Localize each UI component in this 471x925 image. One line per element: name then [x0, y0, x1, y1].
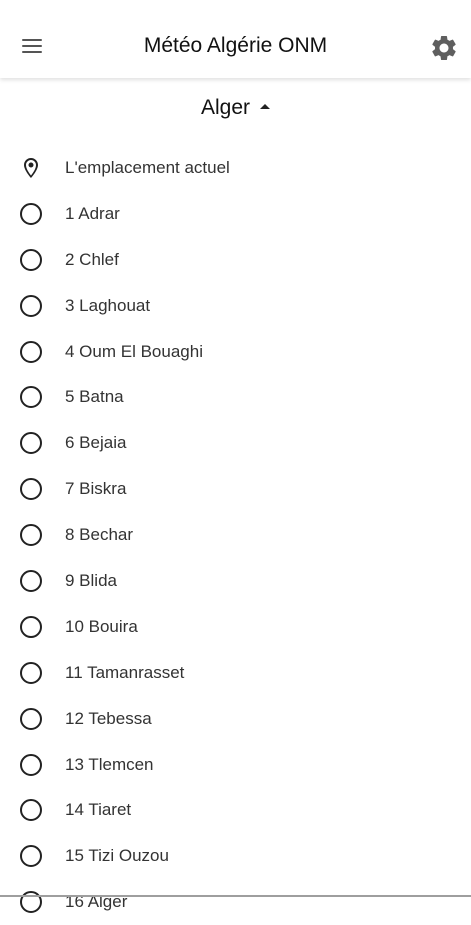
- wilaya-list-item[interactable]: 10 Bouira: [0, 604, 471, 650]
- wilaya-list-item[interactable]: 2 Chlef: [0, 237, 471, 283]
- gear-icon: [432, 35, 456, 60]
- radio-unchecked-icon[interactable]: [19, 753, 43, 777]
- radio-unchecked-icon[interactable]: [19, 890, 43, 914]
- wilaya-label: 11 Tamanrasset: [65, 662, 185, 682]
- wilaya-list: L'emplacement actuel 1 Adrar 2 Chlef 3 Lag…: [0, 145, 471, 925]
- settings-button[interactable]: [429, 33, 459, 63]
- wilaya-label: 14 Tiaret: [65, 800, 132, 820]
- current-location-item[interactable]: L'emplacement actuel: [0, 145, 471, 191]
- wilaya-label: 8 Bechar: [65, 525, 134, 545]
- radio-unchecked-icon[interactable]: [19, 477, 43, 501]
- radio-unchecked-icon[interactable]: [19, 340, 43, 364]
- radio-unchecked-icon[interactable]: [19, 798, 43, 822]
- radio-unchecked-icon[interactable]: [19, 615, 43, 639]
- wilaya-label: 10 Bouira: [65, 616, 138, 636]
- wilaya-label: 1 Adrar: [65, 203, 120, 223]
- app-title: Météo Algérie ONM: [143, 34, 328, 57]
- wilaya-list-item[interactable]: 7 Biskra: [0, 466, 471, 512]
- location-pin-icon: [19, 156, 43, 180]
- wilaya-list-item[interactable]: 16 Alger: [0, 879, 471, 925]
- wilaya-list-item[interactable]: 5 Batna: [0, 374, 471, 420]
- wilaya-list-item[interactable]: 14 Tiaret: [0, 787, 471, 833]
- wilaya-list-item[interactable]: 1 Adrar: [0, 191, 471, 237]
- radio-unchecked-icon[interactable]: [19, 844, 43, 868]
- wilaya-list-item[interactable]: 6 Bejaia: [0, 420, 471, 466]
- wilaya-list-item[interactable]: 9 Blida: [0, 558, 471, 604]
- app-bar: Météo Algérie ONM: [0, 0, 471, 78]
- wilaya-label: 13 Tlemcen: [65, 754, 154, 774]
- wilaya-label: 3 Laghouat: [65, 295, 151, 315]
- wilaya-list-item[interactable]: 8 Bechar: [0, 512, 471, 558]
- wilaya-list-item[interactable]: 13 Tlemcen: [0, 742, 471, 788]
- wilaya-list-item[interactable]: 12 Tebessa: [0, 696, 471, 742]
- radio-unchecked-icon[interactable]: [19, 661, 43, 685]
- wilaya-label: 2 Chlef: [65, 249, 119, 269]
- wilaya-label: 7 Biskra: [65, 479, 127, 499]
- wilaya-label: 9 Blida: [65, 571, 117, 591]
- wilaya-list-item[interactable]: 4 Oum El Bouaghi: [0, 329, 471, 375]
- radio-unchecked-icon[interactable]: [19, 707, 43, 731]
- wilaya-list-item[interactable]: 15 Tizi Ouzou: [0, 833, 471, 879]
- wilaya-label: 15 Tizi Ouzou: [65, 846, 169, 866]
- radio-unchecked-icon[interactable]: [19, 294, 43, 318]
- wilaya-list-item[interactable]: 3 Laghouat: [0, 283, 471, 329]
- current-location-label: L'emplacement actuel: [65, 158, 230, 177]
- wilaya-label: 12 Tebessa: [65, 708, 152, 728]
- wilaya-label: 5 Batna: [65, 387, 124, 407]
- radio-unchecked-icon[interactable]: [19, 385, 43, 409]
- wilaya-label: 6 Bejaia: [65, 433, 127, 453]
- radio-unchecked-icon[interactable]: [19, 202, 43, 226]
- caret-up-icon: [260, 103, 271, 109]
- selected-wilaya-label: Alger: [200, 96, 251, 119]
- radio-unchecked-icon[interactable]: [19, 248, 43, 272]
- radio-unchecked-icon[interactable]: [19, 569, 43, 593]
- radio-unchecked-icon[interactable]: [19, 523, 43, 547]
- wilaya-label: 4 Oum El Bouaghi: [65, 341, 203, 361]
- wilaya-list-item[interactable]: 11 Tamanrasset: [0, 650, 471, 696]
- wilaya-selector[interactable]: Alger: [0, 96, 471, 130]
- radio-unchecked-icon[interactable]: [19, 431, 43, 455]
- bottom-divider: [0, 895, 471, 897]
